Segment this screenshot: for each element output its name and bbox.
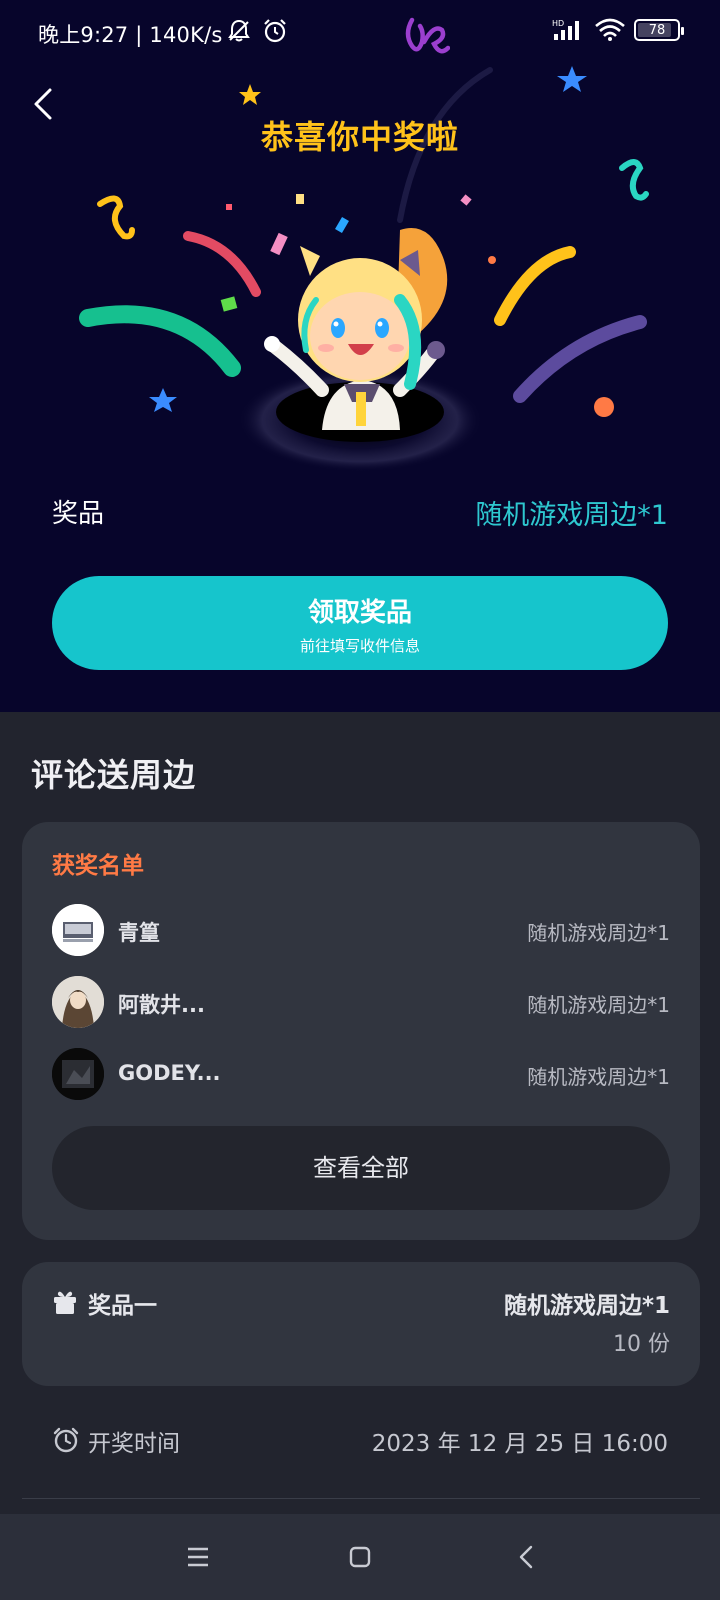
nav-home-button[interactable] [340,1540,380,1574]
nav-back-button[interactable] [506,1540,546,1574]
winner-row[interactable]: GODEY... 随机游戏周边*1 [52,1048,670,1102]
prize-tier-count: 10 份 [613,1332,670,1357]
signal-badge: HD [552,19,564,28]
status-time-group: 晚上9:27 | 140K/s [38,19,223,49]
home-square-icon [349,1546,371,1568]
draw-time-label: 开奖时间 [88,1431,180,1457]
winner-name: 青篁 [118,921,160,945]
winners-card: 获奖名单 青篁 随机游戏周边*1 阿散井... 随机游戏周边*1 GODEY..… [22,822,700,1240]
hero-section: 晚上9:27 | 140K/s HD 78 恭喜你中奖啦 奖品 随机游戏周边*1… [0,0,720,712]
winner-prize: 随机游戏周边*1 [527,1065,670,1089]
winner-name: GODEY... [118,1061,221,1085]
prize-label: 奖品 [52,499,105,529]
alarm-clock-icon [53,1427,79,1453]
avatar-image [52,976,104,1028]
winner-prize: 随机游戏周边*1 [527,993,670,1017]
status-right-icons: HD 78 [552,18,684,42]
alarm-icon [264,19,286,43]
prize-value: 随机游戏周边*1 [475,500,668,531]
draw-time-row: 开奖时间 2023 年 12 月 25 日 16:00 [52,1424,668,1458]
battery-level: 78 [648,22,666,38]
winner-prize: 随机游戏周边*1 [527,921,670,945]
mute-bell-icon [228,19,250,42]
back-triangle-icon [519,1545,533,1569]
battery-icon: 78 [634,19,684,41]
winner-row[interactable]: 阿散井... 随机游戏周边*1 [52,976,670,1030]
section-title: 评论送周边 [31,756,197,794]
divider [22,1498,700,1499]
view-all-button[interactable]: 查看全部 [52,1126,670,1210]
prize-tier-label: 奖品一 [88,1293,157,1319]
avatar-image [52,904,104,956]
page-title: 恭喜你中奖啦 [260,118,459,156]
wifi-icon [595,18,625,41]
claim-prize-button[interactable]: 领取奖品 前往填写收件信息 [52,576,668,670]
avatar [52,1048,104,1100]
winner-name: 阿散井... [118,993,205,1017]
system-nav-bar [0,1514,720,1600]
gift-icon [54,1291,76,1314]
status-left-icons [226,18,288,44]
claim-prize-sublabel: 前往填写收件信息 [299,637,420,655]
status-network-speed: 140K/s [149,23,223,47]
status-separator: | [135,23,143,47]
menu-icon [188,1547,208,1567]
winners-title: 获奖名单 [52,853,144,879]
signal-icon: HD [552,19,579,40]
claim-prize-label: 领取奖品 [307,598,412,628]
draw-time-value: 2023 年 12 月 25 日 16:00 [371,1431,668,1457]
avatar-image [52,1048,104,1100]
prize-tier-card: 奖品一 随机游戏周边*1 10 份 [22,1262,700,1386]
avatar [52,904,104,956]
winner-row[interactable]: 青篁 随机游戏周边*1 [52,904,670,958]
nav-menu-button[interactable] [178,1540,218,1574]
prize-tier-value: 随机游戏周边*1 [503,1293,670,1319]
status-time: 晚上9:27 [38,23,129,47]
avatar [52,976,104,1028]
